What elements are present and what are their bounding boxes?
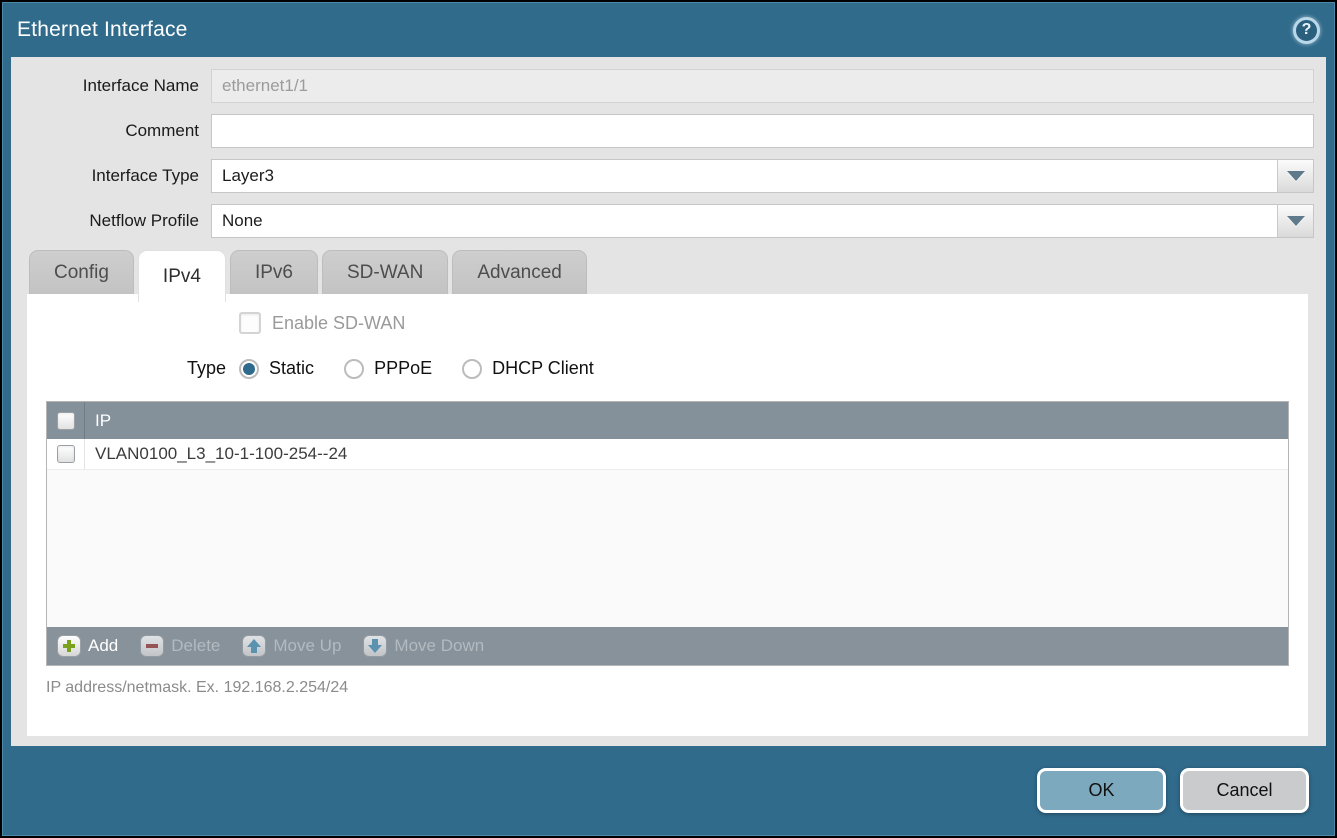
- ip-column-header: IP: [85, 411, 111, 431]
- help-icon[interactable]: ?: [1293, 17, 1320, 44]
- radio-static-icon[interactable]: [239, 359, 259, 379]
- enable-sdwan-checkbox[interactable]: [239, 312, 261, 334]
- tab-config[interactable]: Config: [29, 250, 134, 294]
- ethernet-interface-dialog: Ethernet Interface ? Interface Name Comm…: [0, 0, 1337, 838]
- interface-name-field: [211, 69, 1314, 103]
- interface-name-row: Interface Name: [21, 69, 1314, 103]
- chevron-down-icon: [1287, 216, 1305, 226]
- radio-pppoe-icon[interactable]: [344, 359, 364, 379]
- comment-field[interactable]: [211, 114, 1314, 148]
- netflow-profile-value: None: [212, 205, 1277, 237]
- radio-static-label: Static: [269, 358, 314, 379]
- tab-sdwan[interactable]: SD-WAN: [322, 250, 448, 294]
- tab-ipv4[interactable]: IPv4: [138, 250, 226, 302]
- netflow-profile-row: Netflow Profile None: [21, 204, 1314, 238]
- comment-row: Comment: [21, 114, 1314, 148]
- ok-button[interactable]: OK: [1037, 768, 1166, 813]
- ip-row-value: VLAN0100_L3_10-1-100-254--24: [85, 444, 347, 464]
- netflow-profile-dropdown-button[interactable]: [1277, 205, 1313, 237]
- delete-button[interactable]: Delete: [140, 635, 220, 657]
- netflow-profile-label: Netflow Profile: [21, 211, 211, 231]
- ip-format-hint: IP address/netmask. Ex. 192.168.2.254/24: [46, 679, 1289, 697]
- add-button[interactable]: Add: [57, 635, 118, 657]
- radio-pppoe-label: PPPoE: [374, 358, 432, 379]
- netflow-profile-dropdown[interactable]: None: [211, 204, 1314, 238]
- ip-table-header: IP: [47, 402, 1288, 439]
- radio-dhcp-client[interactable]: DHCP Client: [462, 358, 594, 379]
- radio-dhcp-client-icon[interactable]: [462, 359, 482, 379]
- tab-bar: Config IPv4 IPv6 SD-WAN Advanced: [21, 250, 1314, 294]
- tab-ipv6[interactable]: IPv6: [230, 250, 318, 294]
- type-label: Type: [187, 358, 226, 379]
- interface-name-label: Interface Name: [21, 76, 211, 96]
- table-toolbar: Add Delete Move Up: [47, 627, 1288, 665]
- row-checkbox[interactable]: [57, 445, 75, 463]
- ipv4-tab-panel: Enable SD-WAN Type Static PPPoE DHCP Cli…: [27, 294, 1308, 736]
- delete-button-label: Delete: [171, 636, 220, 656]
- radio-static[interactable]: Static: [239, 358, 314, 379]
- type-radio-group: Type Static PPPoE DHCP Client: [187, 358, 1289, 379]
- move-up-button[interactable]: Move Up: [242, 635, 341, 657]
- interface-type-dropdown[interactable]: Layer3: [211, 159, 1314, 193]
- plus-icon: [57, 635, 81, 657]
- cancel-button[interactable]: Cancel: [1180, 768, 1309, 813]
- minus-icon: [140, 635, 164, 657]
- interface-type-label: Interface Type: [21, 166, 211, 186]
- dialog-footer: OK Cancel: [3, 746, 1334, 835]
- radio-dhcp-client-label: DHCP Client: [492, 358, 594, 379]
- tab-advanced[interactable]: Advanced: [452, 250, 587, 294]
- chevron-down-icon: [1287, 171, 1305, 181]
- dialog-titlebar: Ethernet Interface ?: [3, 3, 1334, 57]
- interface-type-row: Interface Type Layer3: [21, 159, 1314, 193]
- comment-label: Comment: [21, 121, 211, 141]
- table-row[interactable]: VLAN0100_L3_10-1-100-254--24: [47, 439, 1288, 470]
- ip-table: IP VLAN0100_L3_10-1-100-254--24: [46, 401, 1289, 666]
- move-down-button[interactable]: Move Down: [363, 635, 484, 657]
- interface-type-value: Layer3: [212, 160, 1277, 192]
- arrow-down-icon: [363, 635, 387, 657]
- dialog-frame: Ethernet Interface ? Interface Name Comm…: [2, 2, 1335, 836]
- move-up-button-label: Move Up: [273, 636, 341, 656]
- enable-sdwan-label: Enable SD-WAN: [272, 313, 405, 334]
- add-button-label: Add: [88, 636, 118, 656]
- enable-sdwan-row: Enable SD-WAN: [239, 312, 1289, 334]
- dialog-content: Interface Name Comment Interface Type La…: [11, 57, 1326, 746]
- dialog-title: Ethernet Interface: [17, 18, 188, 42]
- select-all-checkbox[interactable]: [57, 412, 75, 430]
- radio-pppoe[interactable]: PPPoE: [344, 358, 432, 379]
- arrow-up-icon: [242, 635, 266, 657]
- move-down-button-label: Move Down: [394, 636, 484, 656]
- interface-type-dropdown-button[interactable]: [1277, 160, 1313, 192]
- table-empty-area: [47, 470, 1288, 627]
